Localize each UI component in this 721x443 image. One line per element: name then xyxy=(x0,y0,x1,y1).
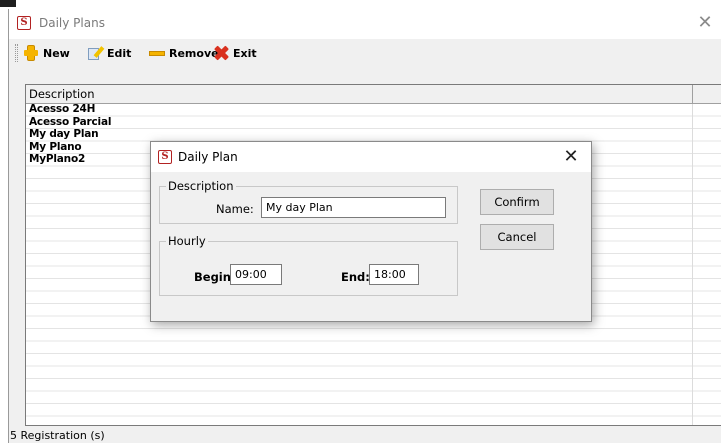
daily-plan-dialog: S Daily Plan ✕ Description Name: Hourly … xyxy=(150,141,592,322)
exit-button-label: Exit xyxy=(233,46,257,60)
window-titlebar: S Daily Plans ✕ xyxy=(9,9,721,39)
list-item[interactable]: My day Plan xyxy=(26,128,721,141)
begin-time-field[interactable] xyxy=(230,264,282,285)
column-divider xyxy=(692,104,693,425)
exit-button[interactable]: Exit xyxy=(213,44,257,62)
toolbar-grip[interactable] xyxy=(15,44,18,62)
list-item[interactable]: Acesso Parcial xyxy=(26,116,721,129)
cancel-button[interactable]: Cancel xyxy=(480,224,554,250)
hourly-group-title: Hourly xyxy=(168,234,206,248)
remove-button[interactable]: Remove xyxy=(149,44,219,62)
remove-button-label: Remove xyxy=(169,46,219,60)
end-time-field[interactable] xyxy=(369,264,419,285)
dialog-title: Daily Plan xyxy=(178,150,238,164)
app-logo-icon: S xyxy=(17,16,31,30)
end-label: End: xyxy=(341,270,370,284)
new-button[interactable]: New xyxy=(23,44,70,62)
status-bar: 5 Registration (s) xyxy=(9,429,721,443)
dialog-titlebar: S Daily Plan ✕ xyxy=(151,142,591,172)
list-header: Description xyxy=(26,85,721,104)
name-field[interactable] xyxy=(261,197,446,218)
window-close-button[interactable]: ✕ xyxy=(695,13,715,33)
window-title: Daily Plans xyxy=(39,16,105,30)
plus-icon xyxy=(23,45,39,61)
minus-icon xyxy=(149,45,165,61)
toolbar: New Edit Remove Exit xyxy=(13,41,721,65)
edit-button-label: Edit xyxy=(107,46,132,60)
dialog-logo-icon: S xyxy=(158,150,172,164)
taskbar-corner xyxy=(0,0,16,7)
edit-button[interactable]: Edit xyxy=(87,44,131,62)
exit-x-icon xyxy=(213,45,229,61)
list-item[interactable]: Acesso 24H xyxy=(26,103,721,116)
description-group-title: Description xyxy=(168,179,234,193)
confirm-button[interactable]: Confirm xyxy=(480,189,554,215)
dialog-close-button[interactable]: ✕ xyxy=(561,147,581,167)
column-header-description[interactable]: Description xyxy=(26,85,693,103)
edit-pencil-icon xyxy=(87,45,103,61)
new-button-label: New xyxy=(43,46,70,60)
name-label: Name: xyxy=(216,202,254,216)
column-header-extra[interactable] xyxy=(693,85,721,103)
